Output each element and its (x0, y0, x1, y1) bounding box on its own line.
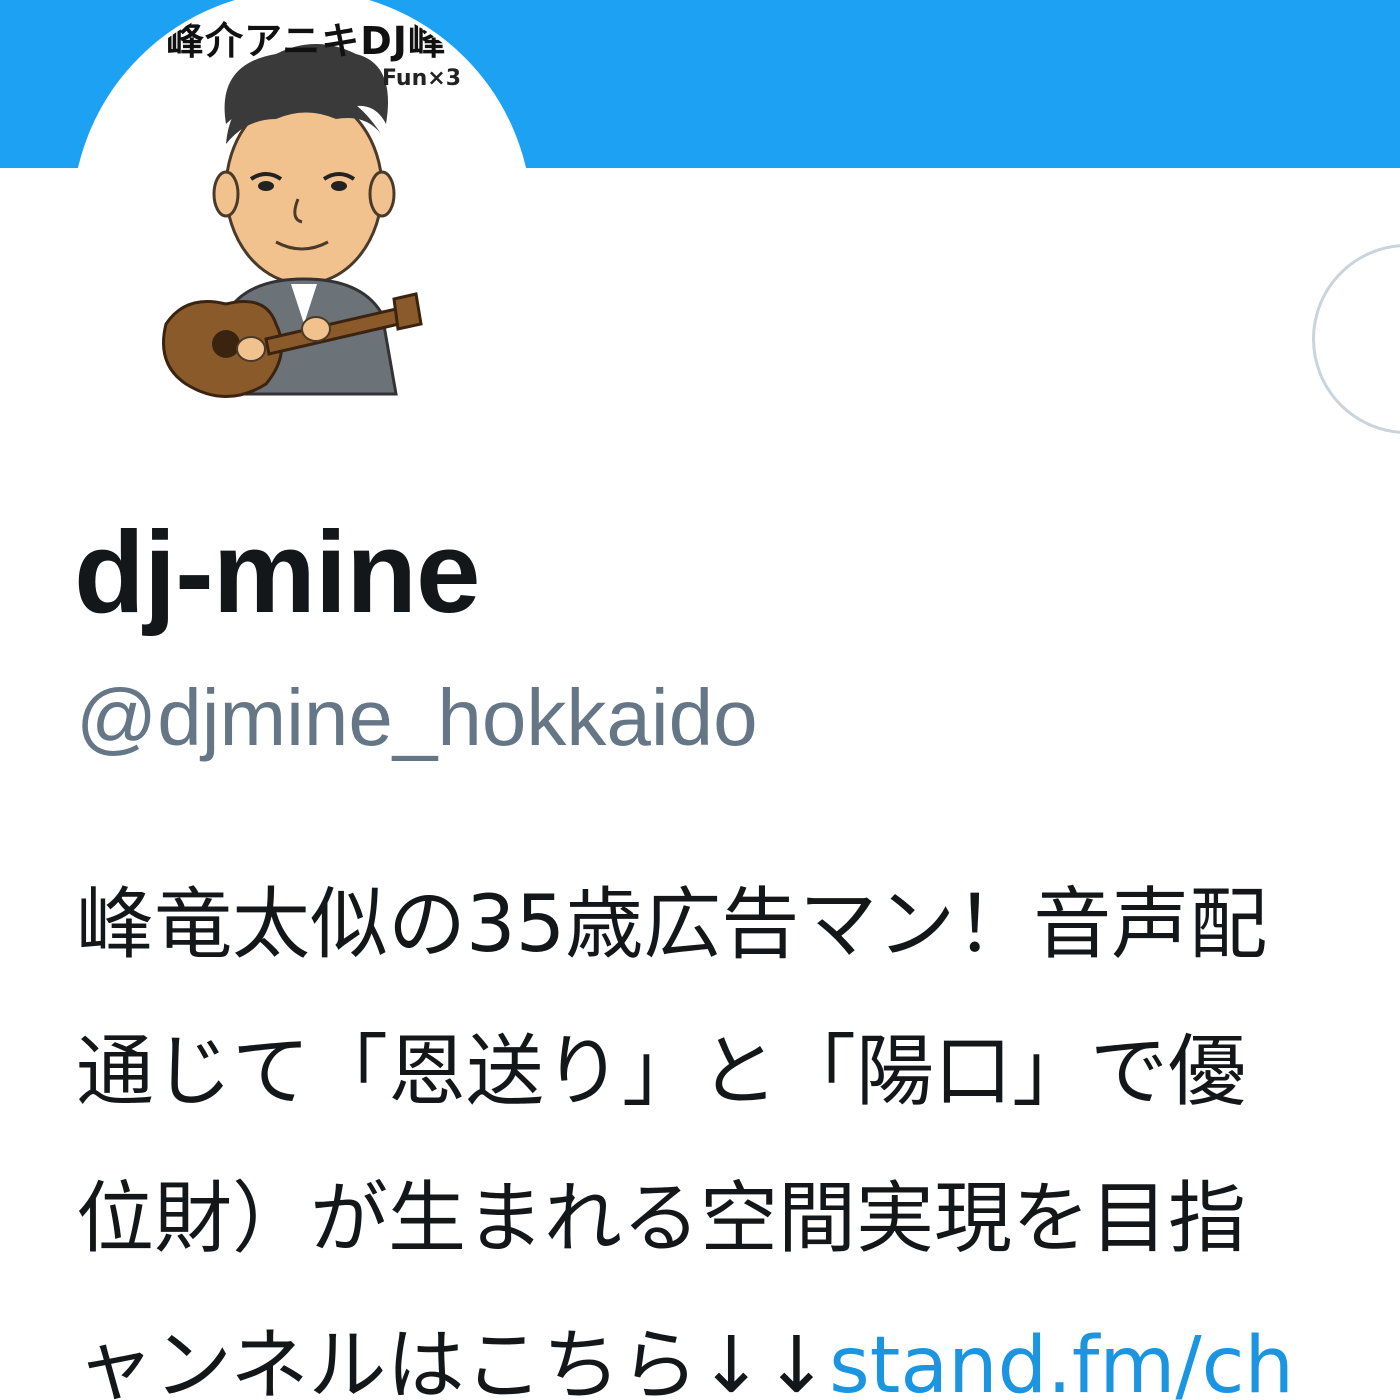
avatar[interactable]: 峰介アニキDJ峰 Fun×3 (72, 0, 532, 450)
bio-line-3: 位財）が生まれる空間実現を目指 (76, 1174, 1247, 1264)
user-handle: @djmine_hokkaido (76, 673, 758, 762)
bio-line-2: 通じて「恩送り」と「陽口」で優 (76, 1027, 1247, 1117)
bio-line-4: ャンネルはこちら↓↓stand.fm/ch (76, 1293, 1400, 1400)
bio-line-4-text: ャンネルはこちら↓↓ (76, 1321, 830, 1400)
avatar-caption-sub: Fun×3 (382, 66, 461, 91)
display-name: dj-mine (74, 507, 480, 637)
follow-button[interactable] (1312, 244, 1400, 434)
bio-link[interactable]: stand.fm/ch (829, 1321, 1294, 1400)
avatar-caption-title: 峰介アニキDJ峰 (166, 19, 447, 63)
profile-bio: 峰竜太似の35歳広告マン！音声配 通じて「恩送り」と「陽口」で優 位財）が生まれ… (76, 852, 1400, 1400)
profile-page: 峰介アニキDJ峰 Fun×3 dj-mine @djmine_hokkaido … (0, 0, 1400, 1400)
bio-line-1: 峰竜太似の35歳広告マン！音声配 (76, 880, 1268, 970)
